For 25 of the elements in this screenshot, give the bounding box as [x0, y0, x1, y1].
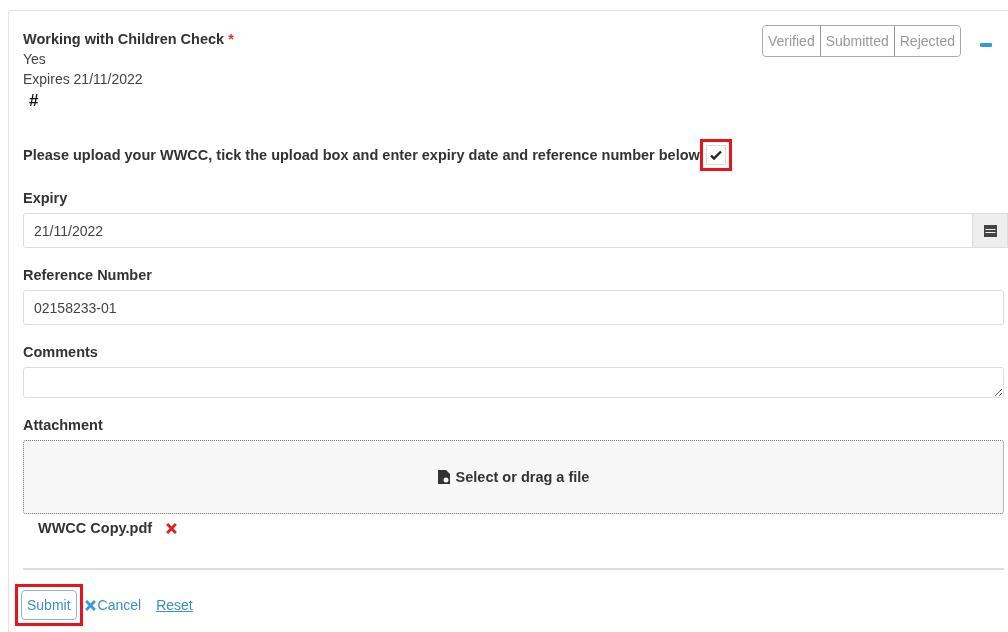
required-mark: *	[228, 31, 234, 47]
instruction-text: Please upload your WWCC, tick the upload box and enter expiry date and reference number below	[23, 147, 700, 163]
status-text: Expires 21/11/2022	[23, 71, 144, 87]
status-text: Yes	[23, 51, 47, 67]
upload-checkbox[interactable]	[705, 145, 726, 165]
date-field[interactable]: 21/11/2022	[23, 213, 974, 248]
field-label: Reference Number	[23, 267, 153, 283]
remove-icon[interactable]	[166, 522, 178, 534]
comments-field[interactable]	[23, 367, 1004, 398]
file-dropzone[interactable]: Select or drag a file	[23, 440, 1004, 514]
reset-link[interactable]: Reset	[156, 597, 193, 613]
hash-text: #	[29, 91, 40, 111]
text-field[interactable]: 02158233-01	[23, 290, 1004, 325]
field-label: Attachment	[23, 417, 104, 433]
file-icon	[437, 470, 450, 484]
section-title: Working with Children Check	[23, 31, 225, 47]
file-name: WWCC Copy.pdf	[38, 520, 153, 536]
submit-button[interactable]: Submit	[21, 590, 77, 620]
calendar-icon	[983, 224, 997, 237]
field-label: Expiry	[23, 190, 69, 206]
cancel-link[interactable]: Cancel	[84, 597, 142, 613]
field-label: Comments	[23, 344, 99, 360]
status-button[interactable]: Rejected	[893, 26, 960, 56]
calendar-button[interactable]	[973, 213, 1008, 248]
close-icon	[84, 599, 96, 611]
